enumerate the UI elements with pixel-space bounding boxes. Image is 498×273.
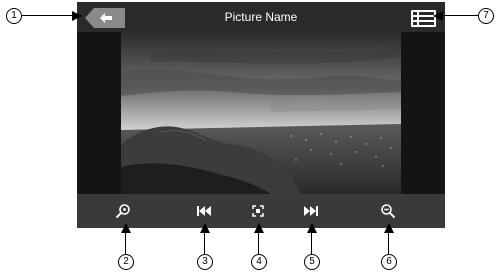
callout-5: 5 <box>304 254 320 270</box>
left-side-panel <box>77 32 121 194</box>
previous-button[interactable] <box>196 203 212 219</box>
callout-4: 4 <box>251 254 267 270</box>
picture-title: Picture Name <box>224 10 298 24</box>
callout-1: 1 <box>6 8 22 24</box>
next-icon <box>304 206 318 216</box>
callout-5-arrowhead <box>307 223 317 233</box>
callout-7-arrowhead <box>433 11 443 21</box>
previous-icon <box>197 206 211 216</box>
callout-2: 2 <box>118 254 134 270</box>
next-button[interactable] <box>303 203 319 219</box>
landscape-photo <box>121 32 401 194</box>
fit-screen-button[interactable] <box>250 203 266 219</box>
callout-3-arrowhead <box>200 223 210 233</box>
zoom-in-button[interactable] <box>115 203 131 219</box>
zoom-in-icon <box>115 204 130 219</box>
top-bar: Picture Name <box>77 2 445 32</box>
callout-7-leader <box>442 15 478 17</box>
zoom-out-button[interactable] <box>380 203 396 219</box>
callout-1-arrowhead <box>72 11 82 21</box>
callout-6: 6 <box>381 254 397 270</box>
fit-screen-icon <box>252 205 264 217</box>
photo-viewer-screen: Picture Name <box>77 2 445 228</box>
zoom-out-icon <box>381 204 396 219</box>
callout-1-leader <box>22 15 72 17</box>
callout-6-arrowhead <box>384 223 394 233</box>
callout-7: 7 <box>478 8 494 24</box>
right-side-panel <box>401 32 445 194</box>
callout-2-arrowhead <box>121 223 131 233</box>
callout-4-arrowhead <box>254 223 264 233</box>
callout-3: 3 <box>197 254 213 270</box>
